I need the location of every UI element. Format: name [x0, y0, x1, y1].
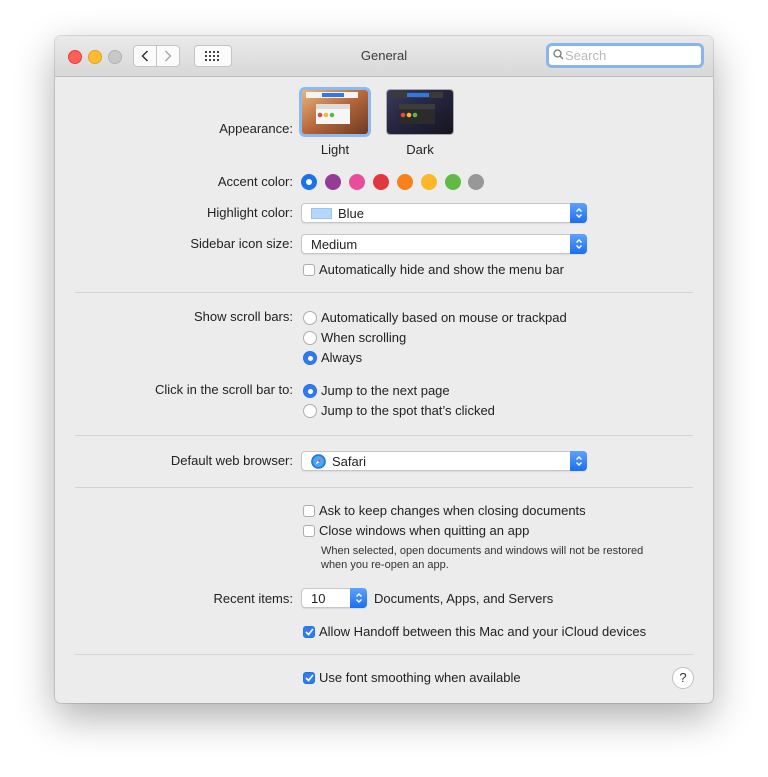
light-mode-preview	[302, 90, 368, 134]
menu-bar-checkbox[interactable]	[303, 264, 315, 276]
font-smoothing-label: Use font smoothing when available	[319, 670, 521, 685]
search-input[interactable]	[565, 48, 695, 63]
safari-icon	[311, 454, 326, 469]
accent-blue-swatch[interactable]	[301, 174, 317, 190]
default-browser-popup[interactable]: Safari	[301, 451, 587, 471]
accent-orange-swatch[interactable]	[397, 174, 413, 190]
handoff-label: Allow Handoff between this Mac and your …	[319, 624, 647, 639]
click-scroll-bar-label: Click in the scroll bar to:	[155, 382, 293, 397]
scroll-bars-always-label: Always	[321, 350, 363, 365]
accent-color-label: Accent color:	[217, 174, 293, 189]
appearance-dark-thumbnail[interactable]	[387, 90, 453, 134]
popup-stepper	[570, 234, 587, 254]
separator	[75, 292, 693, 293]
checkmark-icon	[304, 674, 314, 682]
appearance-label: Appearance:	[219, 121, 293, 136]
recent-items-popup[interactable]: 10	[301, 588, 367, 608]
highlight-color-popup[interactable]: Blue	[301, 203, 587, 223]
highlight-color-value: Blue	[338, 206, 365, 221]
sidebar-icon-size-popup[interactable]: Medium	[301, 234, 587, 254]
scroll-bars-always-radio[interactable]	[303, 351, 317, 365]
ask-keep-changes-label: Ask to keep changes when closing documen…	[319, 503, 586, 518]
ask-keep-changes-checkbox[interactable]	[303, 505, 315, 517]
click-spot-radio[interactable]	[303, 404, 317, 418]
highlight-color-swatch	[311, 208, 332, 219]
search-icon	[553, 49, 564, 60]
up-down-chevron-icon	[575, 456, 582, 466]
highlight-color-label: Highlight color:	[207, 205, 293, 220]
scroll-bars-automatic-label: Automatically based on mouse or trackpad	[321, 310, 567, 325]
accent-graphite-swatch[interactable]	[468, 174, 484, 190]
popup-stepper	[570, 451, 587, 471]
appearance-dark-label: Dark	[406, 142, 434, 157]
accent-red-swatch[interactable]	[373, 174, 389, 190]
up-down-chevron-icon	[355, 593, 362, 603]
sidebar-icon-size-value: Medium	[311, 237, 358, 252]
checkmark-icon	[304, 628, 314, 636]
close-windows-note-line1: When selected, open documents and window…	[321, 545, 644, 557]
up-down-chevron-icon	[575, 208, 582, 218]
popup-stepper	[570, 203, 587, 223]
accent-pink-swatch[interactable]	[349, 174, 365, 190]
show-scroll-bars-label: Show scroll bars:	[194, 309, 293, 324]
help-button[interactable]: ?	[672, 667, 694, 689]
close-windows-note-line2: when you re-open an app.	[321, 559, 449, 571]
default-browser-label: Default web browser:	[170, 453, 293, 468]
separator	[75, 654, 693, 655]
recent-items-suffix: Documents, Apps, and Servers	[374, 591, 554, 606]
accent-yellow-swatch[interactable]	[421, 174, 437, 190]
search-field[interactable]	[546, 43, 704, 68]
title-bar: General	[55, 36, 713, 77]
menu-bar-checkbox-label: Automatically hide and show the menu bar	[319, 262, 564, 277]
recent-items-value: 10	[311, 591, 326, 606]
scroll-bars-when-scrolling-radio[interactable]	[303, 331, 317, 345]
popup-stepper	[350, 588, 367, 608]
handoff-checkbox[interactable]	[303, 626, 315, 638]
scroll-bars-when-scrolling-label: When scrolling	[321, 330, 407, 345]
accent-purple-swatch[interactable]	[325, 174, 341, 190]
close-windows-checkbox[interactable]	[303, 525, 315, 537]
appearance-light-label: Light	[320, 142, 350, 157]
close-windows-label: Close windows when quitting an app	[319, 523, 530, 538]
separator	[75, 487, 693, 488]
accent-green-swatch[interactable]	[445, 174, 461, 190]
separator	[75, 435, 693, 436]
scroll-bars-automatic-radio[interactable]	[303, 311, 317, 325]
dark-mode-preview	[387, 90, 453, 134]
click-next-page-radio[interactable]	[303, 384, 317, 398]
sidebar-icon-size-label: Sidebar icon size:	[190, 236, 293, 251]
up-down-chevron-icon	[575, 239, 582, 249]
recent-items-label: Recent items:	[213, 591, 293, 606]
appearance-light-thumbnail[interactable]	[302, 90, 368, 134]
font-smoothing-checkbox[interactable]	[303, 672, 315, 684]
preferences-window: General Appearance:	[55, 36, 713, 703]
click-spot-label: Jump to the spot that’s clicked	[321, 403, 495, 418]
click-next-page-label: Jump to the next page	[321, 383, 450, 398]
default-browser-value: Safari	[332, 454, 366, 469]
